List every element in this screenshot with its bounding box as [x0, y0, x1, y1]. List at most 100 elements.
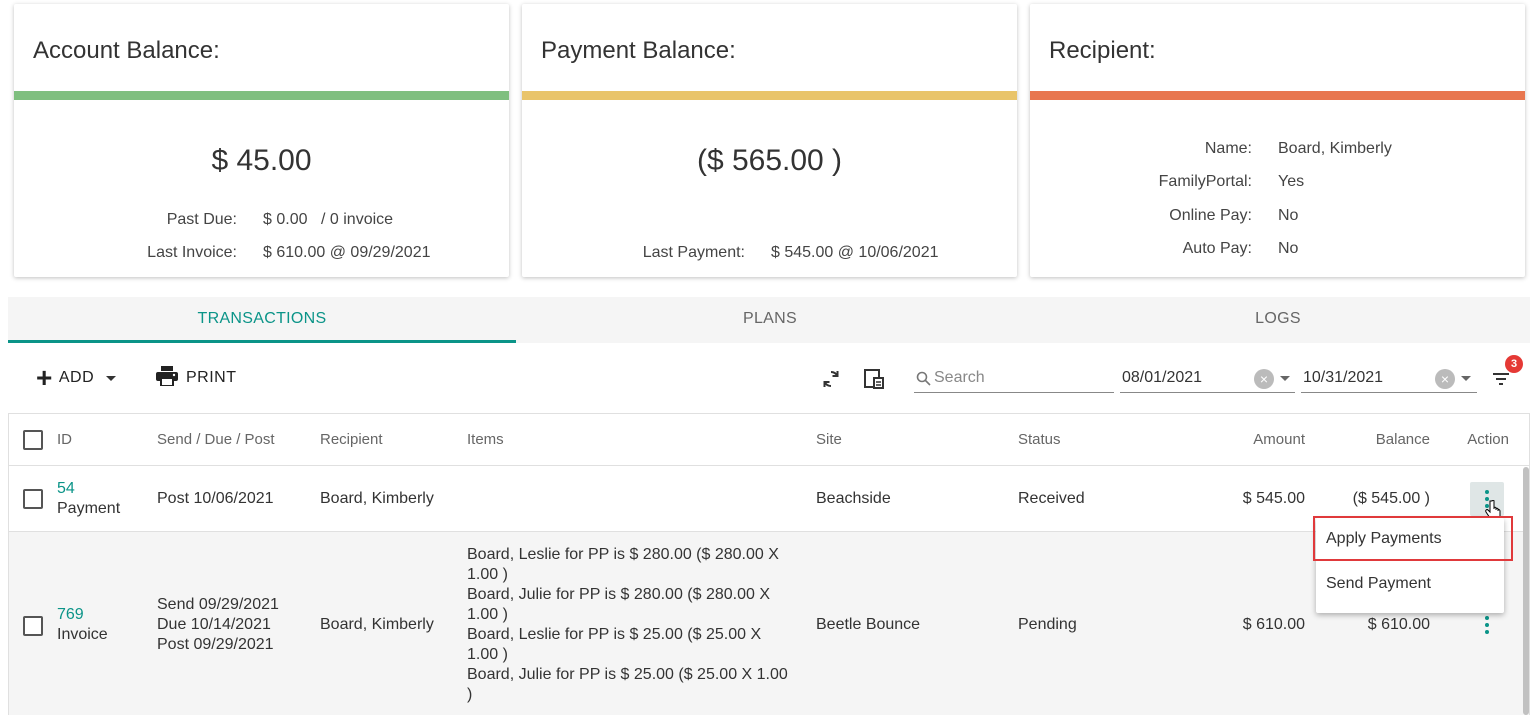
- transaction-date: Send 09/29/2021: [157, 596, 279, 613]
- payment-balance-amount: ($ 565.00 ): [696, 144, 843, 177]
- column-header-site[interactable]: Site: [816, 431, 842, 448]
- online-pay-label: Online Pay:: [1169, 207, 1252, 224]
- table-row[interactable]: 769 Invoice Send 09/29/2021 Due 10/14/20…: [9, 531, 1529, 715]
- filter-count-badge: 3: [1505, 355, 1523, 373]
- last-payment-row: Last Payment: $ 545.00 @ 10/06/2021: [522, 244, 1017, 264]
- clear-date-from-icon[interactable]: ×: [1254, 369, 1274, 389]
- recipient-name-value: Board, Kimberly: [1278, 140, 1392, 157]
- item-line: Board, Julie for PP is $ 280.00 ($ 280.0…: [467, 586, 771, 603]
- date-from-value: 08/01/2021: [1122, 369, 1203, 386]
- payment-balance-bar: [522, 91, 1017, 100]
- account-balance-title: Account Balance:: [33, 37, 220, 64]
- family-portal-value: Yes: [1278, 173, 1305, 190]
- account-balance-amount: $ 45.00: [211, 144, 312, 177]
- transaction-type: Invoice: [57, 626, 108, 643]
- tab-transactions[interactable]: TRANSACTIONS: [8, 297, 516, 343]
- transaction-balance: ($ 545.00 ): [1352, 490, 1430, 507]
- date-to-dropdown-icon[interactable]: [1461, 376, 1471, 381]
- export-icon[interactable]: [861, 366, 887, 392]
- auto-pay-label: Auto Pay:: [1182, 240, 1252, 257]
- print-button[interactable]: PRINT: [156, 364, 237, 392]
- payment-balance-card: Payment Balance: ($ 565.00 ) Last Paymen…: [522, 4, 1017, 277]
- column-header-balance[interactable]: Balance: [1376, 431, 1430, 448]
- plus-icon: +: [36, 362, 53, 393]
- column-header-dates[interactable]: Send / Due / Post: [157, 431, 275, 448]
- transaction-site: Beetle Bounce: [816, 616, 921, 633]
- column-header-recipient[interactable]: Recipient: [320, 431, 383, 448]
- recipient-name-label: Name:: [1204, 140, 1252, 157]
- item-line: ): [467, 686, 473, 703]
- payment-balance-title: Payment Balance:: [541, 37, 736, 64]
- printer-icon: [156, 365, 178, 391]
- past-due-row: Past Due: $ 0.00 / 0 invoice: [14, 211, 509, 231]
- print-button-label: PRINT: [186, 369, 237, 386]
- recipient-bar: [1030, 91, 1525, 100]
- tab-logs[interactable]: LOGS: [1024, 297, 1532, 343]
- transaction-date: Due 10/14/2021: [157, 616, 271, 633]
- account-balance-card: Account Balance: $ 45.00 Past Due: $ 0.0…: [14, 4, 509, 277]
- clear-date-to-icon[interactable]: ×: [1435, 369, 1455, 389]
- row-checkbox[interactable]: [23, 489, 43, 509]
- search-icon: [916, 371, 931, 391]
- column-header-amount[interactable]: Amount: [1253, 431, 1305, 448]
- last-invoice-value: $ 610.00 @ 09/29/2021: [263, 244, 431, 261]
- family-portal-row: FamilyPortal: Yes: [1030, 173, 1525, 193]
- transaction-status: Received: [1018, 490, 1085, 507]
- search-field[interactable]: Search: [914, 363, 1114, 393]
- transaction-type: Payment: [57, 500, 121, 517]
- recipient-name-row: Name: Board, Kimberly: [1030, 140, 1525, 160]
- online-pay-row: Online Pay: No: [1030, 207, 1525, 227]
- transaction-status: Pending: [1018, 616, 1077, 633]
- last-invoice-row: Last Invoice: $ 610.00 @ 09/29/2021: [14, 244, 509, 264]
- transaction-date: Post 10/06/2021: [157, 490, 274, 507]
- row-checkbox[interactable]: [23, 616, 43, 636]
- last-payment-label: Last Payment:: [642, 244, 745, 261]
- tab-plans[interactable]: PLANS: [516, 297, 1024, 343]
- active-tab-indicator: [8, 340, 516, 343]
- transactions-table: ID Send / Due / Post Recipient Items Sit…: [8, 413, 1530, 715]
- item-line: Board, Julie for PP is $ 25.00 ($ 25.00 …: [467, 666, 788, 683]
- family-portal-label: FamilyPortal:: [1158, 173, 1252, 190]
- date-to-field[interactable]: 10/31/2021 ×: [1301, 363, 1477, 393]
- item-line: Board, Leslie for PP is $ 25.00 ($ 25.00…: [467, 626, 762, 643]
- add-button-label: ADD: [58, 369, 95, 386]
- add-button[interactable]: + ADD: [36, 362, 117, 393]
- transaction-amount: $ 545.00: [1242, 490, 1305, 507]
- past-due-invoices: / 0 invoice: [321, 211, 394, 228]
- transaction-site: Beachside: [816, 490, 891, 507]
- recipient-title: Recipient:: [1049, 37, 1156, 64]
- last-invoice-label: Last Invoice:: [147, 244, 237, 261]
- transaction-id-link[interactable]: 769: [57, 606, 84, 624]
- item-line: Board, Leslie for PP is $ 280.00 ($ 280.…: [467, 546, 779, 563]
- transaction-amount: $ 610.00: [1242, 616, 1305, 633]
- column-header-status[interactable]: Status: [1018, 431, 1061, 448]
- column-header-items[interactable]: Items: [467, 431, 504, 448]
- transaction-id-link[interactable]: 54: [57, 480, 75, 498]
- transaction-recipient: Board, Kimberly: [320, 616, 434, 633]
- account-balance-bar: [14, 91, 509, 100]
- past-due-label: Past Due:: [166, 211, 237, 228]
- highlight-annotation: [1313, 516, 1513, 561]
- refresh-icon[interactable]: [818, 366, 844, 392]
- search-placeholder: Search: [934, 369, 985, 386]
- online-pay-value: No: [1278, 207, 1299, 224]
- item-line: 1.00 ): [467, 646, 508, 663]
- recipient-card: Recipient: Name: Board, Kimberly FamilyP…: [1030, 4, 1525, 277]
- table-scrollbar[interactable]: [1523, 467, 1529, 715]
- item-line: 1.00 ): [467, 566, 508, 583]
- send-payment-menu-item[interactable]: Send Payment: [1326, 575, 1431, 593]
- transaction-balance: $ 610.00: [1367, 616, 1430, 633]
- item-line: 1.00 ): [467, 606, 508, 623]
- select-all-checkbox[interactable]: [23, 430, 43, 450]
- table-row[interactable]: 54 Payment Post 10/06/2021 Board, Kimber…: [9, 465, 1529, 531]
- transaction-recipient: Board, Kimberly: [320, 490, 434, 507]
- date-from-dropdown-icon[interactable]: [1280, 376, 1290, 381]
- auto-pay-value: No: [1278, 240, 1299, 257]
- tab-bar: TRANSACTIONS PLANS LOGS: [8, 297, 1530, 343]
- column-header-id[interactable]: ID: [57, 431, 72, 448]
- last-payment-value: $ 545.00 @ 10/06/2021: [771, 244, 939, 261]
- date-from-field[interactable]: 08/01/2021 ×: [1120, 363, 1295, 393]
- chevron-down-icon: [106, 375, 117, 381]
- row-action-menu-icon[interactable]: [1470, 608, 1504, 642]
- auto-pay-row: Auto Pay: No: [1030, 240, 1525, 260]
